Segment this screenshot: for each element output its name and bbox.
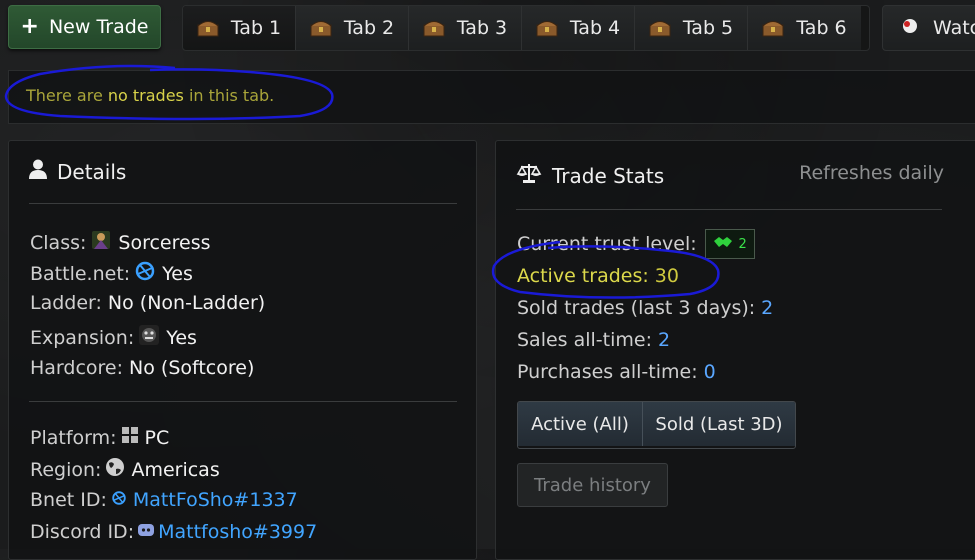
stash-tabs: Tab 1 Tab 2 Tab 3 Tab 4 Tab 5 Tab 6 [182,5,870,51]
notice-prefix: There are [26,86,108,105]
discord-id-row: Discord ID: Mattfosho#3997 [30,521,317,543]
trade-stats-panel: Trade Stats Refreshes daily Current trus… [495,140,975,560]
tab-label: Tab 1 [230,17,282,39]
purchases-label: Purchases all-time: [517,361,698,383]
tab-1[interactable]: Tab 1 [183,6,296,50]
details-panel: Details Class: Sorceress Battle.net: Yes… [8,140,477,560]
active-trades-value: 30 [654,265,679,287]
hardcore-label: Hardcore: [30,357,124,379]
purchases-row: Purchases all-time: 0 [517,361,716,383]
battlenet-value: Yes [162,262,193,285]
new-trade-label: New Trade [48,16,149,38]
tab-label: Tab 5 [682,17,734,39]
stats-title-text: Trade Stats [552,163,665,188]
chest-icon [536,19,558,37]
eye-icon [901,17,919,39]
watch-label: Watc [933,17,975,39]
refresh-note: Refreshes daily [799,162,944,184]
stats-title: Trade Stats [516,162,664,189]
handshake-icon [713,235,733,253]
tab-6[interactable]: Tab 6 [748,6,861,50]
discord-icon [137,521,155,543]
details-title-text: Details [57,159,127,184]
tab-2[interactable]: Tab 2 [296,6,409,50]
divider [516,209,942,210]
globe-icon [105,457,125,482]
active-all-button[interactable]: Active (All) [518,402,642,446]
battlenet-label: Battle.net: [30,262,131,285]
top-toolbar: + New Trade Tab 1 Tab 2 Tab 3 Tab 4 Tab … [0,0,975,58]
bnet-id-link[interactable]: MattFoSho#1337 [133,489,298,511]
sold-trades-row: Sold trades (last 3 days): 2 [517,297,773,319]
chest-icon [197,19,219,37]
class-label: Class: [30,231,87,254]
tab-label: Tab 6 [796,17,847,39]
watch-button[interactable]: Watc [882,5,975,51]
bnet-id-row: Bnet ID: MattFoSho#1337 [30,489,298,511]
class-value: Sorceress [118,231,211,254]
expansion-label: Expansion: [30,326,135,349]
sold-trades-value: 2 [761,297,774,319]
tab-3[interactable]: Tab 3 [409,6,522,50]
tab-label: Tab 4 [569,17,621,39]
ladder-label: Ladder: [30,292,102,314]
battlenet-icon [134,260,156,287]
trade-history-button[interactable]: Trade history [517,463,668,507]
sold-trades-label: Sold trades (last 3 days): [517,297,756,319]
tab-label: Tab 2 [343,17,395,39]
bnet-id-label: Bnet ID: [30,489,107,511]
trust-level-row: Current trust level: 2 [517,229,755,259]
new-trade-button[interactable]: + New Trade [8,5,161,49]
sold-last-3d-button[interactable]: Sold (Last 3D) [642,402,795,446]
chest-icon [423,19,445,37]
chest-icon [649,19,671,37]
hardcore-row: Hardcore: No (Softcore) [30,357,254,379]
scale-icon [516,162,542,189]
stats-filter-group: Active (All) Sold (Last 3D) [517,401,796,449]
platform-label: Platform: [30,426,117,449]
discord-id-link[interactable]: Mattfosho#3997 [158,521,317,543]
chest-icon [310,19,332,37]
expansion-row: Expansion: Yes [30,324,197,351]
tab-4[interactable]: Tab 4 [522,6,635,50]
sales-label: Sales all-time: [517,329,652,351]
empty-tab-notice: There are no trades in this tab. [8,70,975,124]
sales-value: 2 [658,329,671,351]
trust-label: Current trust level: [517,233,697,255]
region-label: Region: [30,458,102,481]
battlenet-row: Battle.net: Yes [30,260,193,287]
ladder-row: Ladder: No (Non-Ladder) [30,292,265,314]
battlenet-icon [111,489,127,511]
details-title: Details [29,159,126,184]
chest-icon [762,19,784,37]
sales-row: Sales all-time: 2 [517,329,670,351]
tab-5[interactable]: Tab 5 [635,6,748,50]
region-row: Region: Americas [30,457,220,482]
plus-icon: + [20,14,39,39]
platform-value: PC [144,426,170,449]
trust-badge: 2 [704,229,755,259]
windows-icon [121,426,139,449]
notice-suffix: in this tab. [183,86,275,105]
class-row: Class: Sorceress [30,229,211,256]
region-value: Americas [131,458,220,481]
divider [29,401,457,402]
divider [29,203,457,204]
platform-row: Platform: PC [30,426,169,449]
expansion-value: Yes [166,326,197,349]
notice-text: There are no trades in this tab. [26,86,274,105]
user-icon [29,159,47,184]
sorceress-icon [90,229,112,256]
hardcore-value: No (Softcore) [129,357,255,379]
trust-value: 2 [738,236,747,252]
active-trades-row: Active trades: 30 [517,265,679,287]
tab-label: Tab 3 [456,17,508,39]
expansion-icon [138,324,160,351]
ladder-value: No (Non-Ladder) [107,292,266,314]
notice-emphasis: no trades [107,86,184,105]
discord-id-label: Discord ID: [30,521,135,543]
active-trades-label: Active trades: [517,265,649,287]
purchases-value: 0 [703,361,716,383]
